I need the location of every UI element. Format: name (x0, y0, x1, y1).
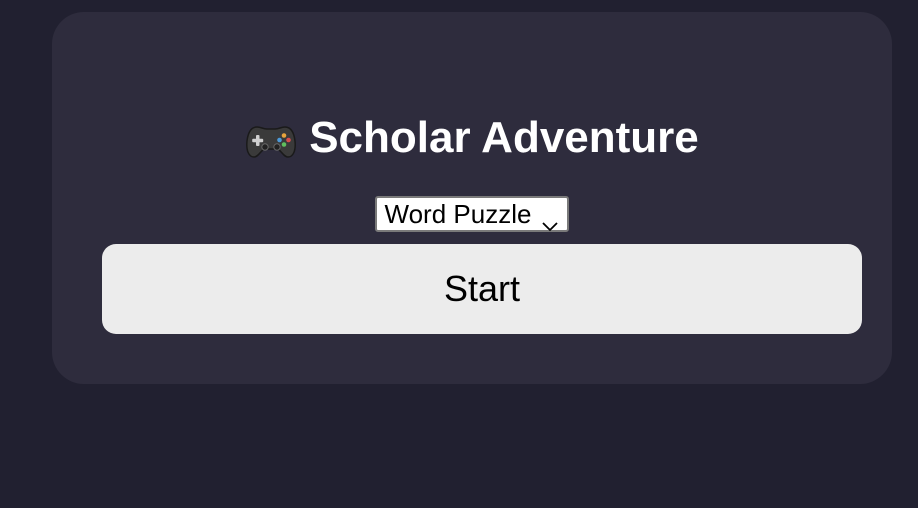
mode-select-wrapper: Word Puzzle (52, 196, 892, 232)
page-title: Scholar Adventure (309, 113, 699, 162)
start-button[interactable]: Start (102, 244, 862, 334)
mode-select-value: Word Puzzle (384, 198, 532, 229)
game-card: Scholar Adventure Word Puzzle Start (52, 12, 892, 384)
chevron-down-icon (541, 208, 559, 232)
mode-select[interactable]: Word Puzzle (374, 196, 570, 232)
title-row: Scholar Adventure (52, 108, 892, 168)
gamepad-icon (245, 121, 297, 161)
